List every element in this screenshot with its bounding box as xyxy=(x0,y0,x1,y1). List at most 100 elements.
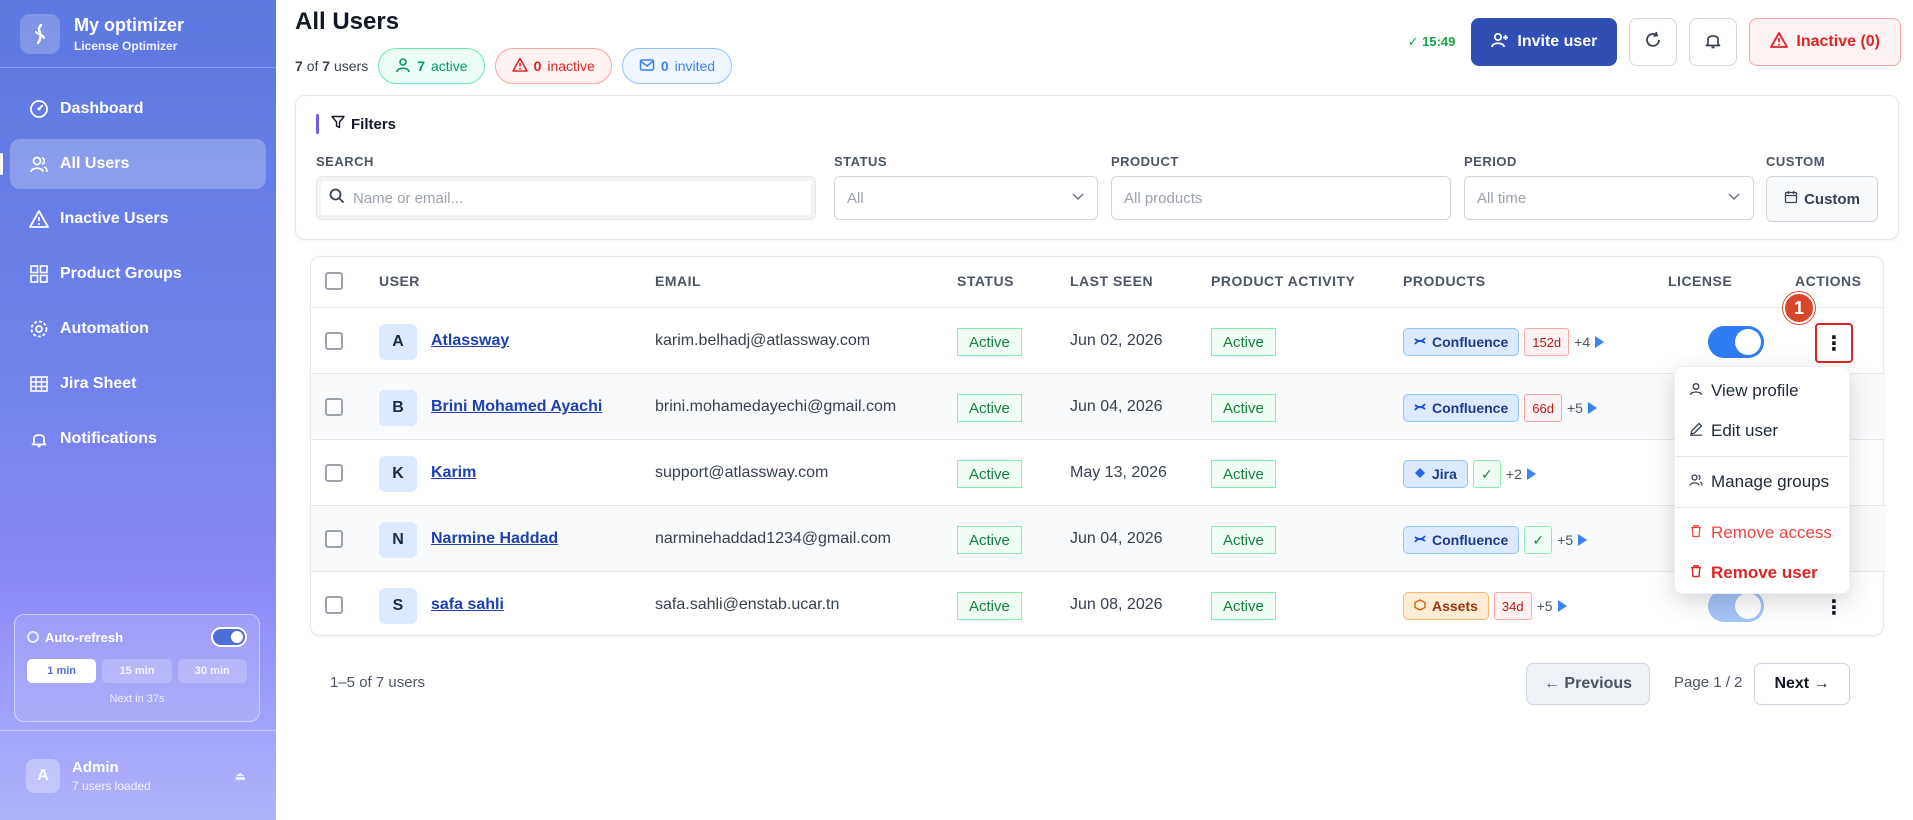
expand-products-icon[interactable] xyxy=(1595,336,1605,348)
column-header-product-activity[interactable]: PRODUCT ACTIVITY xyxy=(1211,273,1355,289)
user-name-link[interactable]: Brini Mohamed Ayachi xyxy=(431,398,602,416)
user-name-link[interactable]: safa sahli xyxy=(431,596,504,614)
license-toggle[interactable] xyxy=(1708,590,1764,622)
main-content: All Users 7 of 7 users 7 active 0 inactive… xyxy=(276,0,1913,820)
products-cell: Confluence 152d +4 xyxy=(1403,328,1605,356)
invited-count-pill[interactable]: 0 invited xyxy=(621,48,733,84)
inactive-count-pill[interactable]: 0 inactive xyxy=(494,48,612,84)
products-cell: Confluence 66d +5 xyxy=(1403,394,1597,422)
table-row: N Narmine Haddad narminehaddad1234@gmail… xyxy=(311,506,1885,572)
product-chip[interactable]: Jira xyxy=(1403,460,1468,488)
row-checkbox[interactable] xyxy=(325,596,343,614)
app-title: My optimizer xyxy=(74,14,185,35)
table-row: A Atlassway karim.belhadj@atlassway.com … xyxy=(311,308,1885,374)
status-select[interactable]: All xyxy=(834,176,1098,220)
search-input[interactable]: Name or email... xyxy=(316,176,816,220)
user-email: karim.belhadj@atlassway.com xyxy=(655,332,871,349)
status-badge: Active xyxy=(957,592,1022,620)
refresh-status-dot xyxy=(27,631,39,643)
product-chip[interactable]: Assets xyxy=(1403,592,1489,620)
menu-item-remove-access[interactable]: Remove access xyxy=(1689,523,1832,543)
row-actions-button[interactable]: ⋮ xyxy=(1815,323,1853,363)
row-checkbox[interactable] xyxy=(325,530,343,548)
expand-products-icon[interactable] xyxy=(1587,402,1597,414)
product-select[interactable]: All products xyxy=(1111,176,1451,220)
eject-icon[interactable]: ⏏ xyxy=(235,769,246,783)
column-header-email[interactable]: EMAIL xyxy=(655,273,701,289)
column-header-user[interactable]: USER xyxy=(379,273,420,289)
period-select[interactable]: All time xyxy=(1464,176,1754,220)
sidebar-item-all-users[interactable]: All Users xyxy=(0,139,266,189)
sidebar-item-automation[interactable]: Automation xyxy=(10,304,266,354)
trash-icon xyxy=(1689,523,1703,543)
menu-item-edit-user[interactable]: Edit user xyxy=(1689,421,1778,441)
sidebar-item-inactive-users[interactable]: Inactive Users xyxy=(10,194,266,244)
product-chip[interactable]: Confluence xyxy=(1403,394,1520,422)
menu-item-remove-user[interactable]: Remove user xyxy=(1689,563,1818,583)
sidebar-item-product-groups[interactable]: Product Groups xyxy=(10,249,266,299)
table-row: S safa sahli safa.sahli@enstab.ucar.tn A… xyxy=(311,572,1885,638)
calendar-icon xyxy=(1784,190,1798,208)
confluence-icon xyxy=(1414,400,1426,416)
period-label: PERIOD xyxy=(1464,154,1517,169)
user-icon xyxy=(395,57,411,76)
recent-activity-check: ✓ xyxy=(1524,526,1553,554)
user-icon xyxy=(1689,381,1703,401)
inactive-days-badge: 34d xyxy=(1493,592,1532,620)
column-header-last-seen[interactable]: LAST SEEN xyxy=(1070,273,1153,289)
gauge-icon xyxy=(28,98,50,120)
license-toggle[interactable] xyxy=(1708,326,1764,358)
select-all-checkbox[interactable] xyxy=(325,272,343,290)
custom-date-button[interactable]: Custom xyxy=(1766,176,1878,222)
activity-badge: Active xyxy=(1211,394,1276,422)
search-icon xyxy=(329,188,345,208)
user-email: support@atlassway.com xyxy=(655,464,829,481)
confluence-icon xyxy=(1414,532,1426,548)
product-chip[interactable]: Confluence xyxy=(1403,526,1520,554)
product-chip[interactable]: Confluence xyxy=(1403,328,1520,356)
expand-products-icon[interactable] xyxy=(1578,534,1588,546)
column-header-products[interactable]: PRODUCTS xyxy=(1403,273,1486,289)
last-seen-date: Jun 02, 2026 xyxy=(1070,332,1163,349)
activity-badge: Active xyxy=(1211,328,1276,356)
column-header-license[interactable]: LICENSE xyxy=(1668,273,1732,289)
sidebar-item-label: All Users xyxy=(60,155,130,172)
active-indicator xyxy=(0,153,3,175)
row-checkbox[interactable] xyxy=(325,332,343,350)
bell-icon xyxy=(28,428,50,450)
refresh-button[interactable] xyxy=(1629,18,1678,66)
row-checkbox[interactable] xyxy=(325,398,343,416)
user-email: brini.mohamedayechi@gmail.com xyxy=(655,398,897,415)
expand-products-icon[interactable] xyxy=(1526,468,1536,480)
next-page-button[interactable]: Next → xyxy=(1754,663,1850,705)
sidebar-item-label: Jira Sheet xyxy=(60,375,137,392)
menu-item-manage-groups[interactable]: Manage groups xyxy=(1689,472,1829,492)
inactive-users-button[interactable]: Inactive (0) xyxy=(1749,18,1901,66)
refresh-interval-15min[interactable]: 15 min xyxy=(102,659,172,683)
expand-products-icon[interactable] xyxy=(1557,600,1567,612)
sidebar-item-notifications[interactable]: Notifications xyxy=(10,414,266,464)
menu-item-view-profile[interactable]: View profile xyxy=(1689,381,1799,401)
top-actions: ✓ 15:49 Invite user Inactive (0) xyxy=(1408,18,1901,66)
column-header-status[interactable]: STATUS xyxy=(957,273,1014,289)
user-counts: 7 of 7 users 7 active 0 inactive 0 invited xyxy=(295,48,733,84)
active-count-pill[interactable]: 7 active xyxy=(378,48,485,84)
notifications-button[interactable] xyxy=(1689,18,1738,66)
trash-icon xyxy=(1689,563,1703,583)
refresh-interval-30min[interactable]: 30 min xyxy=(177,659,247,683)
last-seen-date: Jun 04, 2026 xyxy=(1070,398,1163,415)
user-name-link[interactable]: Narmine Haddad xyxy=(431,530,558,548)
more-products-count: +5 xyxy=(1557,532,1574,548)
invite-user-button[interactable]: Invite user xyxy=(1471,18,1618,66)
refresh-interval-1min[interactable]: 1 min xyxy=(27,659,97,683)
user-name-link[interactable]: Atlassway xyxy=(431,332,509,350)
user-name-link[interactable]: Karim xyxy=(431,464,476,482)
sidebar-item-jira-sheet[interactable]: Jira Sheet xyxy=(10,359,266,409)
previous-page-button[interactable]: ← Previous xyxy=(1526,663,1650,705)
row-checkbox[interactable] xyxy=(325,464,343,482)
jira-icon xyxy=(1414,466,1426,482)
sidebar-item-dashboard[interactable]: Dashboard xyxy=(10,84,266,134)
admin-profile[interactable]: A Admin 7 users loaded ⏏ xyxy=(0,730,276,820)
auto-refresh-toggle[interactable] xyxy=(211,627,247,647)
avatar: K xyxy=(379,456,417,492)
